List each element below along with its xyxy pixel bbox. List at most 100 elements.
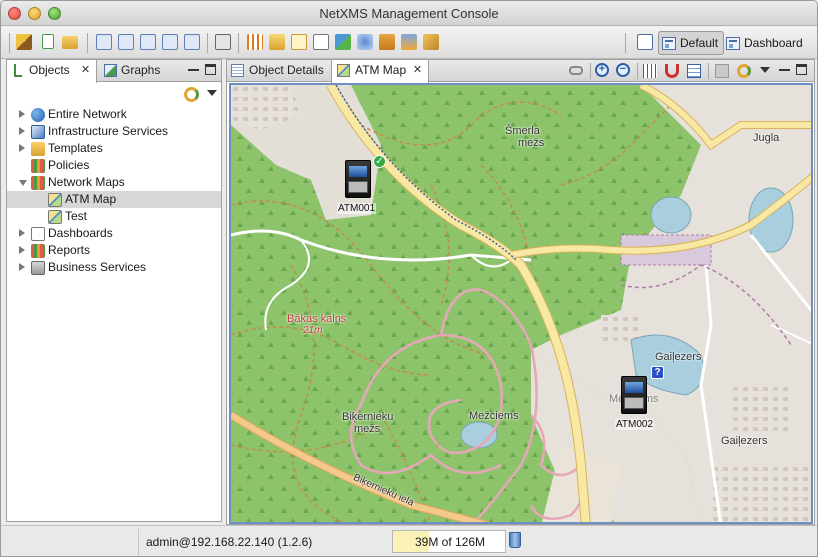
- map-label: Gaiļezers: [655, 351, 702, 363]
- title-bar: NetXMS Management Console: [1, 1, 817, 26]
- minimize-window-button[interactable]: [28, 7, 41, 20]
- align-grid-icon[interactable]: [643, 64, 657, 78]
- map-label: Mežciems: [469, 410, 519, 422]
- perspective-default-label: Default: [680, 36, 719, 50]
- map-editor: Object Details ATM Map ✕ + − Šmerla mežs…: [226, 59, 815, 525]
- window-title: NetXMS Management Console: [319, 6, 499, 21]
- package-icon[interactable]: [401, 34, 417, 50]
- status-normal-icon: ✓: [373, 155, 386, 168]
- zoom-window-button[interactable]: [48, 7, 61, 20]
- tools-icon[interactable]: [379, 34, 395, 50]
- view-menu-icon[interactable]: [760, 67, 770, 73]
- server-config-icon[interactable]: [269, 34, 285, 50]
- tree-item-policies[interactable]: Policies: [7, 157, 221, 174]
- perspective-dashboard-label: Dashboard: [744, 36, 803, 50]
- documents-icon[interactable]: [313, 34, 329, 50]
- map-node-atm002[interactable]: ? ATM002: [611, 366, 665, 433]
- expand-arrow-icon[interactable]: [19, 229, 25, 237]
- collapse-arrow-icon[interactable]: [19, 180, 27, 186]
- reports-icon: [31, 244, 45, 258]
- main-toolbar: Default Dashboard: [1, 27, 817, 59]
- open-folder-icon[interactable]: [62, 36, 78, 49]
- map-label: mežs: [354, 423, 381, 435]
- perspective-default[interactable]: Default: [658, 31, 725, 55]
- view-menu-icon[interactable]: [207, 90, 217, 96]
- zoom-in-icon[interactable]: +: [595, 63, 609, 77]
- snmp-trap-icon[interactable]: [140, 34, 156, 50]
- broom-icon[interactable]: [16, 34, 32, 50]
- map-label: Biķernieku: [342, 411, 394, 423]
- zoom-out-icon[interactable]: −: [616, 63, 630, 77]
- view-toolbar-separator: [637, 63, 638, 79]
- expand-arrow-icon[interactable]: [19, 110, 25, 118]
- map-label: Jugla: [753, 132, 780, 144]
- refresh-icon[interactable]: [737, 64, 751, 78]
- map-label: 21m: [303, 325, 323, 336]
- map-node-atm001[interactable]: ✓ ATM001: [335, 155, 387, 215]
- left-tab-bar: Objects ✕ Graphs: [6, 60, 221, 83]
- link-icon[interactable]: [569, 66, 583, 75]
- graph-icon: [104, 64, 117, 77]
- tree-item-reports[interactable]: Reports: [7, 242, 221, 259]
- tree-item-templates[interactable]: Templates: [7, 140, 221, 157]
- tree-item-label: Reports: [48, 243, 91, 257]
- view-toolbar-separator: [590, 63, 591, 79]
- maximize-view-icon[interactable]: [205, 64, 216, 75]
- tab-atm-map[interactable]: ATM Map ✕: [331, 60, 429, 83]
- tree-item-label: ATM Map: [65, 192, 117, 206]
- tab-object-details-label: Object Details: [249, 63, 324, 77]
- toolbar-separator: [207, 33, 208, 53]
- event-list-icon[interactable]: [118, 34, 134, 50]
- tree-item-network-maps[interactable]: Network Maps: [7, 174, 221, 191]
- refresh-icon[interactable]: [184, 87, 199, 102]
- tree-item-label: Test: [65, 209, 88, 223]
- tree-item-label: Policies: [48, 158, 90, 172]
- tree-item-infrastructure-services[interactable]: Infrastructure Services: [7, 123, 221, 140]
- expand-arrow-icon[interactable]: [19, 127, 25, 135]
- tree-item-dashboards[interactable]: Dashboards: [7, 225, 221, 242]
- expand-arrow-icon[interactable]: [19, 144, 25, 152]
- syslog-icon[interactable]: [162, 34, 178, 50]
- atm-icon: [345, 160, 371, 198]
- snap-magnet-icon[interactable]: [665, 64, 679, 78]
- perspective-icon: [662, 36, 676, 50]
- grid-icon[interactable]: [247, 34, 263, 50]
- toolbar-separator: [87, 33, 88, 53]
- tree-item-entire-network[interactable]: Entire Network: [7, 106, 221, 123]
- open-perspective-icon[interactable]: [637, 34, 653, 50]
- map-canvas[interactable]: Šmerla mežs Jugla Bākas kalns 21m Gaiļezers Bi…: [229, 83, 813, 524]
- tab-graphs[interactable]: Graphs: [99, 60, 169, 82]
- expand-arrow-icon[interactable]: [19, 246, 25, 254]
- copy-icon[interactable]: [215, 34, 231, 50]
- map-label: mežs: [518, 137, 545, 149]
- save-icon[interactable]: [715, 64, 729, 78]
- application-window: NetXMS Management Console Default Dashbo…: [0, 0, 818, 557]
- minimize-view-icon[interactable]: [188, 69, 199, 71]
- trash-gc-icon[interactable]: [509, 532, 521, 548]
- close-icon[interactable]: ✕: [412, 65, 423, 76]
- perspective-dashboard[interactable]: Dashboard: [722, 31, 809, 55]
- tree-item-atm-map[interactable]: ATM Map: [7, 191, 221, 208]
- alarm-list-icon[interactable]: [96, 34, 112, 50]
- map-background: [231, 85, 811, 522]
- users-icon[interactable]: [423, 34, 439, 50]
- dashboard-icon: [726, 36, 740, 50]
- close-window-button[interactable]: [8, 7, 21, 20]
- tab-objects[interactable]: Objects ✕: [6, 60, 97, 83]
- tree-item-test[interactable]: Test: [7, 208, 221, 225]
- tab-object-details[interactable]: Object Details: [226, 60, 330, 82]
- toolbar-separator: [625, 33, 626, 53]
- tab-atm-map-label: ATM Map: [355, 63, 407, 77]
- minimize-view-icon[interactable]: [779, 69, 790, 71]
- edit-note-icon[interactable]: [291, 34, 307, 50]
- tree-item-business-services[interactable]: Business Services: [7, 259, 221, 276]
- close-icon[interactable]: ✕: [80, 65, 91, 76]
- mapping-icon[interactable]: [335, 34, 351, 50]
- network-discovery-icon[interactable]: [357, 34, 373, 50]
- expand-arrow-icon[interactable]: [19, 263, 25, 271]
- show-grid-icon[interactable]: [687, 64, 701, 78]
- maximize-view-icon[interactable]: [796, 64, 807, 75]
- objects-view: Objects ✕ Graphs Entire Network Infrastru…: [6, 59, 222, 522]
- object-tree-icon[interactable]: [42, 34, 54, 49]
- audit-log-icon[interactable]: [184, 34, 200, 50]
